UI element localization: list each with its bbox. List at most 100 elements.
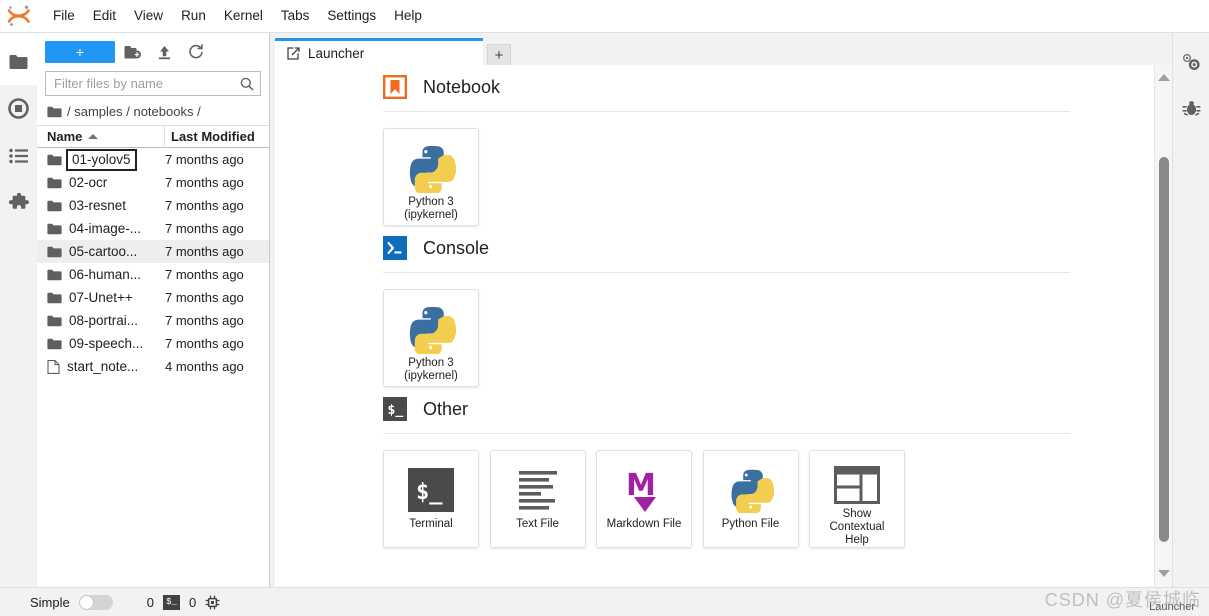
launcher-card[interactable]: Show Contextual Help [809,450,905,548]
column-header-name[interactable]: Name [37,125,165,148]
file-item-label: start_note... [67,359,139,374]
breadcrumb-path[interactable]: / samples / notebooks / [67,104,201,119]
launcher-card-label-line: Text File [516,518,559,530]
launcher-card[interactable]: M Markdown File [596,450,692,548]
file-list-item[interactable]: 08-portrai... 7 months ago [37,309,269,332]
folder-icon [47,292,62,304]
toggle-knob [79,595,93,609]
sidebar-item-commands[interactable] [0,132,37,179]
file-item-name-cell: 09-speech... [37,336,165,351]
terminal-count[interactable]: 0 [189,595,196,610]
left-activity-bar [0,33,37,587]
launcher-card-row: Python 3 (ipykernel) [383,128,1150,226]
simple-mode-toggle[interactable] [78,594,113,610]
upload-icon[interactable] [149,39,179,65]
file-item-modified: 7 months ago [165,198,244,213]
sidebar-item-extensions[interactable] [0,179,37,226]
launcher-card[interactable]: Python 3 (ipykernel) [383,289,479,387]
file-item-modified: 4 months ago [165,359,244,374]
right-activity-bar-filler [1172,132,1209,587]
text-file-icon [515,464,561,516]
tab-launcher-label: Launcher [308,46,365,61]
launcher-content: Notebook Python 3 (ipykernel) Console Python… [275,65,1150,587]
scrollbar-thumb[interactable] [1159,157,1169,542]
file-list-header: Name Last Modified [37,125,269,148]
file-item-name-cell: 08-portrai... [37,313,165,328]
refresh-icon[interactable] [181,39,211,65]
launcher-card-label-line: Python 3 [408,196,454,208]
launcher-section-header: Notebook [383,75,1150,99]
launcher-card-label-line: Python File [721,518,780,530]
menu-tabs[interactable]: Tabs [272,4,319,28]
new-launcher-button[interactable]: + [45,41,115,63]
menu-run[interactable]: Run [172,4,215,28]
file-browser-toolbar: + [37,33,269,71]
sidebar-item-debugger[interactable] [1173,85,1209,132]
launcher-card[interactable]: Python 3 (ipykernel) [383,128,479,226]
search-icon [240,77,254,91]
file-item-label: 07-Unet++ [69,290,133,305]
file-item-modified: 7 months ago [165,175,244,190]
launcher-card-label-line: Show [842,508,872,520]
file-list-item[interactable]: 04-image-... 7 months ago [37,217,269,240]
sidebar-item-property-inspector[interactable] [1173,38,1209,85]
console-prompt-icon [383,236,407,260]
menu-view[interactable]: View [125,4,172,28]
folder-icon [47,269,62,281]
launcher-card[interactable]: $_ Terminal [383,450,479,548]
contextual-help-icon [834,464,880,506]
svg-text:$_: $_ [388,403,404,418]
launcher-section-header: $_ Other [383,397,1150,421]
file-list-item[interactable]: 09-speech... 7 months ago [37,332,269,355]
column-header-name-label: Name [47,129,83,144]
launcher-card-label: Terminal [405,518,456,531]
menu-bar: File Edit View Run Kernel Tabs Settings … [0,0,1209,33]
menu-help[interactable]: Help [385,4,431,28]
new-tab-button[interactable]: + [487,44,511,66]
new-folder-icon[interactable] [117,39,147,65]
menu-file[interactable]: File [44,4,84,28]
launcher-panel: Notebook Python 3 (ipykernel) Console Python… [275,65,1172,587]
sort-ascending-icon [88,134,99,139]
menu-edit[interactable]: Edit [84,4,125,28]
file-list-item[interactable]: 05-cartoo... 7 months ago [37,240,269,263]
file-item-name-cell: 02-ocr [37,175,165,190]
file-item-name-cell: 03-resnet [37,198,165,213]
file-list-item[interactable]: 02-ocr 7 months ago [37,171,269,194]
search-input[interactable] [52,75,240,92]
file-list-item[interactable]: 01-yolov5 7 months ago [37,148,269,171]
menu-kernel[interactable]: Kernel [215,4,272,28]
file-browser-panel: + Filter files by name / samples / noteb… [37,33,270,587]
file-item-label: 06-human... [69,267,142,282]
file-filter-box[interactable] [45,71,261,96]
menu-settings[interactable]: Settings [318,4,385,28]
kernel-chip-icon[interactable] [205,595,220,610]
launcher-card-label-line: Contextual [829,521,885,533]
file-list-item[interactable]: start_note... 4 months ago [37,355,269,378]
sidebar-item-file-browser[interactable] [0,38,37,85]
notebook-bookmark-icon [383,75,407,99]
launcher-section-divider [383,272,1070,273]
launcher-section-title: Console [423,237,490,258]
launcher-scrollbar[interactable] [1154,65,1172,587]
column-header-last-modified[interactable]: Last Modified [165,125,269,148]
sidebar-item-running[interactable] [0,85,37,132]
python-logo-icon [406,142,456,194]
launcher-card[interactable]: Python File [702,450,799,548]
file-item-label: 02-ocr [69,175,108,190]
file-list-item[interactable]: 07-Unet++ 7 months ago [37,286,269,309]
scroll-down-arrow[interactable] [1155,565,1172,581]
breadcrumb[interactable]: / samples / notebooks / [37,102,269,125]
svg-text:$_: $_ [416,480,443,505]
left-activity-bar-filler [0,226,37,587]
file-item-name-cell: start_note... [37,359,165,374]
file-list-item[interactable]: 03-resnet 7 months ago [37,194,269,217]
file-name-edit-input[interactable]: 01-yolov5 [66,148,137,171]
file-list-item[interactable]: 06-human... 7 months ago [37,263,269,286]
tab-launcher[interactable]: Launcher [275,38,483,66]
launcher-card[interactable]: Text File [489,450,586,548]
terminal-badge-icon[interactable]: $_ [162,594,180,610]
scroll-up-arrow[interactable] [1155,69,1172,85]
folder-icon [47,200,62,212]
kernel-count[interactable]: 0 [147,595,154,610]
